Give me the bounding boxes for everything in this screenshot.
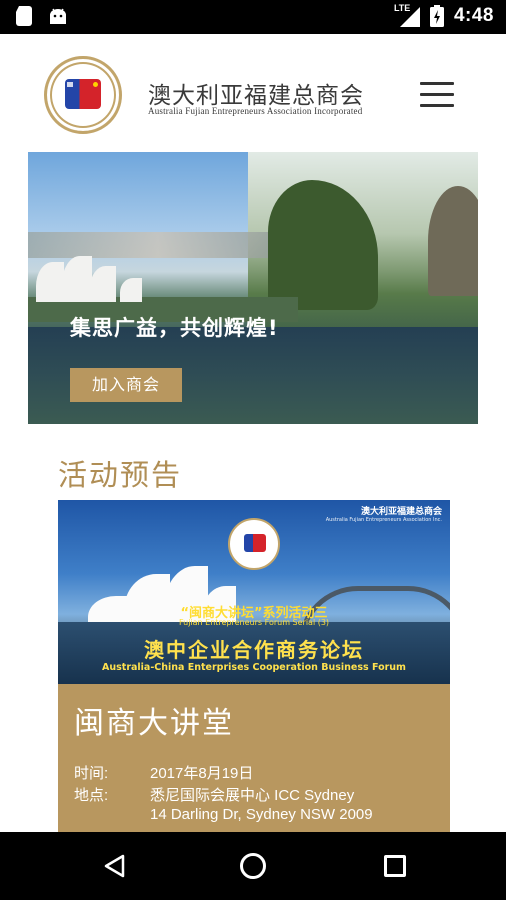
event-location-row: 地点: 悉尼国际会展中心 ICC Sydney (74, 784, 354, 805)
battery-charging-icon (429, 5, 444, 27)
back-triangle-icon[interactable] (103, 854, 127, 878)
poster-brand-en: Australia Fujian Entrepreneurs Associati… (325, 517, 442, 523)
event-details-card[interactable]: 闽商大讲堂 时间: 2017年8月19日 地点: 悉尼国际会展中心 ICC Sydn… (58, 684, 450, 834)
android-icon (50, 8, 66, 24)
home-circle-icon[interactable] (240, 853, 266, 879)
system-nav-bar (0, 832, 506, 900)
event-location-line2: 14 Darling Dr, Sydney NSW 2009 (150, 806, 373, 823)
status-bar: LTE 4:48 (0, 0, 506, 34)
poster-forum-cn: 澳中企业合作商务论坛 (144, 638, 364, 662)
sd-card-icon (16, 6, 32, 26)
poster-brand-cn: 澳大利亚福建总商会 (360, 507, 442, 517)
app-header: 澳大利亚福建总商会 Australia Fujian Entrepreneurs… (0, 34, 506, 152)
event-location-line1: 悉尼国际会展中心 ICC Sydney (150, 787, 355, 804)
hero-tagline: 集思广益，共创辉煌! (70, 316, 279, 340)
event-time-label: 时间: (74, 765, 109, 782)
brand-name-en: Australia Fujian Entrepreneurs Associati… (148, 106, 363, 116)
events-section-title: 活动预告 (58, 458, 183, 492)
event-time-row: 时间: 2017年8月19日 (74, 762, 253, 783)
association-logo[interactable] (44, 56, 122, 134)
recent-apps-square-icon[interactable] (384, 855, 406, 877)
opera-house-image (28, 252, 158, 302)
join-association-button[interactable]: 加入商会 (70, 368, 182, 402)
poster-series-en: Fujian Entrepreneurs Forum Serial (3) (178, 618, 330, 627)
flag-emblem-icon (65, 79, 101, 109)
clock: 4:48 (453, 5, 494, 26)
poster-forum-en: Australia-China Enterprises Cooperation … (102, 662, 406, 673)
network-label: LTE (393, 3, 411, 13)
brand-name-cn: 澳大利亚福建总商会 (148, 83, 364, 109)
hamburger-menu-icon[interactable] (420, 80, 454, 110)
event-time-value: 2017年8月19日 (150, 765, 254, 782)
event-location-label: 地点: (74, 787, 109, 804)
event-title: 闽商大讲堂 (74, 706, 234, 741)
event-poster[interactable]: 澳大利亚福建总商会 Australia Fujian Entrepreneurs… (58, 500, 450, 684)
hero-banner: 集思广益，共创辉煌! 加入商会 (28, 152, 478, 424)
signal-icon: LTE (394, 3, 420, 27)
